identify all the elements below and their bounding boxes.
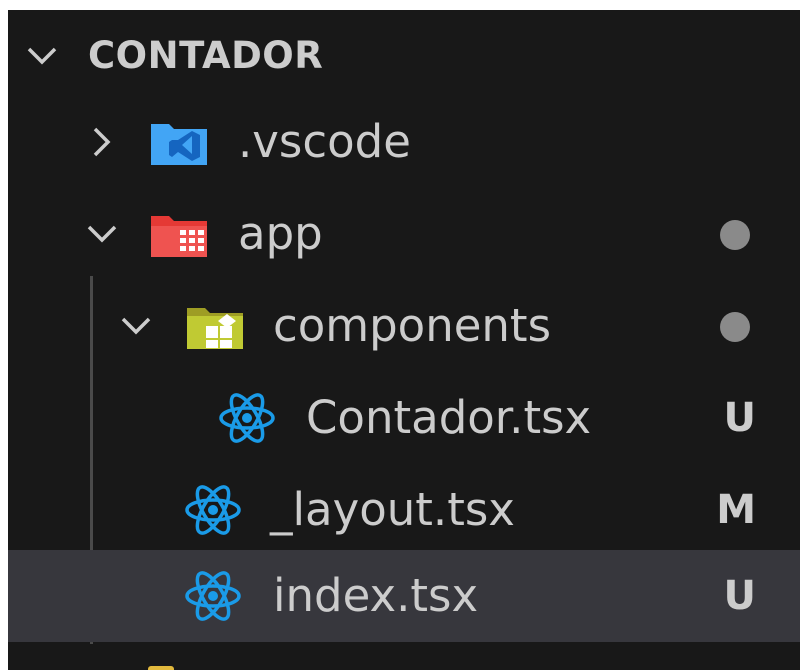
tree-item-label: Contador.tsx bbox=[306, 391, 592, 444]
chevron-down-icon[interactable] bbox=[80, 212, 124, 256]
chevron-right-icon[interactable] bbox=[80, 120, 124, 164]
tree-item-layout-tsx[interactable]: _layout.tsx M bbox=[8, 464, 800, 556]
tree-item-label: index.tsx bbox=[273, 569, 479, 622]
explorer-section-header[interactable]: CONTADOR bbox=[8, 10, 800, 102]
react-file-icon bbox=[182, 570, 244, 622]
tree-item-vscode[interactable]: .vscode bbox=[8, 96, 800, 188]
tree-item-components[interactable]: components bbox=[8, 280, 800, 372]
tree-item-label: _layout.tsx bbox=[270, 483, 515, 536]
git-status-badge: U bbox=[723, 573, 756, 619]
tree-item-contador-tsx[interactable]: Contador.tsx U bbox=[8, 372, 800, 464]
app-folder-icon bbox=[148, 208, 210, 260]
tree-item-label: .vscode bbox=[238, 115, 411, 168]
tree-item-index-tsx[interactable]: index.tsx U bbox=[8, 550, 800, 642]
tree-item-label: app bbox=[238, 207, 323, 260]
git-status-badge: M bbox=[716, 487, 756, 533]
chevron-down-icon[interactable] bbox=[114, 304, 158, 348]
tree-item-label: components bbox=[273, 299, 552, 352]
components-folder-icon bbox=[184, 300, 246, 352]
chevron-down-icon[interactable] bbox=[20, 34, 64, 78]
modified-dot-icon bbox=[720, 220, 750, 250]
react-file-icon bbox=[182, 484, 244, 536]
next-row-partial bbox=[8, 650, 800, 670]
git-status-badge: U bbox=[723, 395, 756, 441]
section-title: CONTADOR bbox=[88, 34, 324, 77]
folder-icon-partial bbox=[148, 666, 174, 670]
explorer-panel: CONTADOR .vscode app components Contador… bbox=[8, 10, 800, 670]
tree-item-app[interactable]: app bbox=[8, 188, 800, 280]
vscode-folder-icon bbox=[148, 116, 210, 168]
modified-dot-icon bbox=[720, 312, 750, 342]
react-file-icon bbox=[216, 392, 278, 444]
